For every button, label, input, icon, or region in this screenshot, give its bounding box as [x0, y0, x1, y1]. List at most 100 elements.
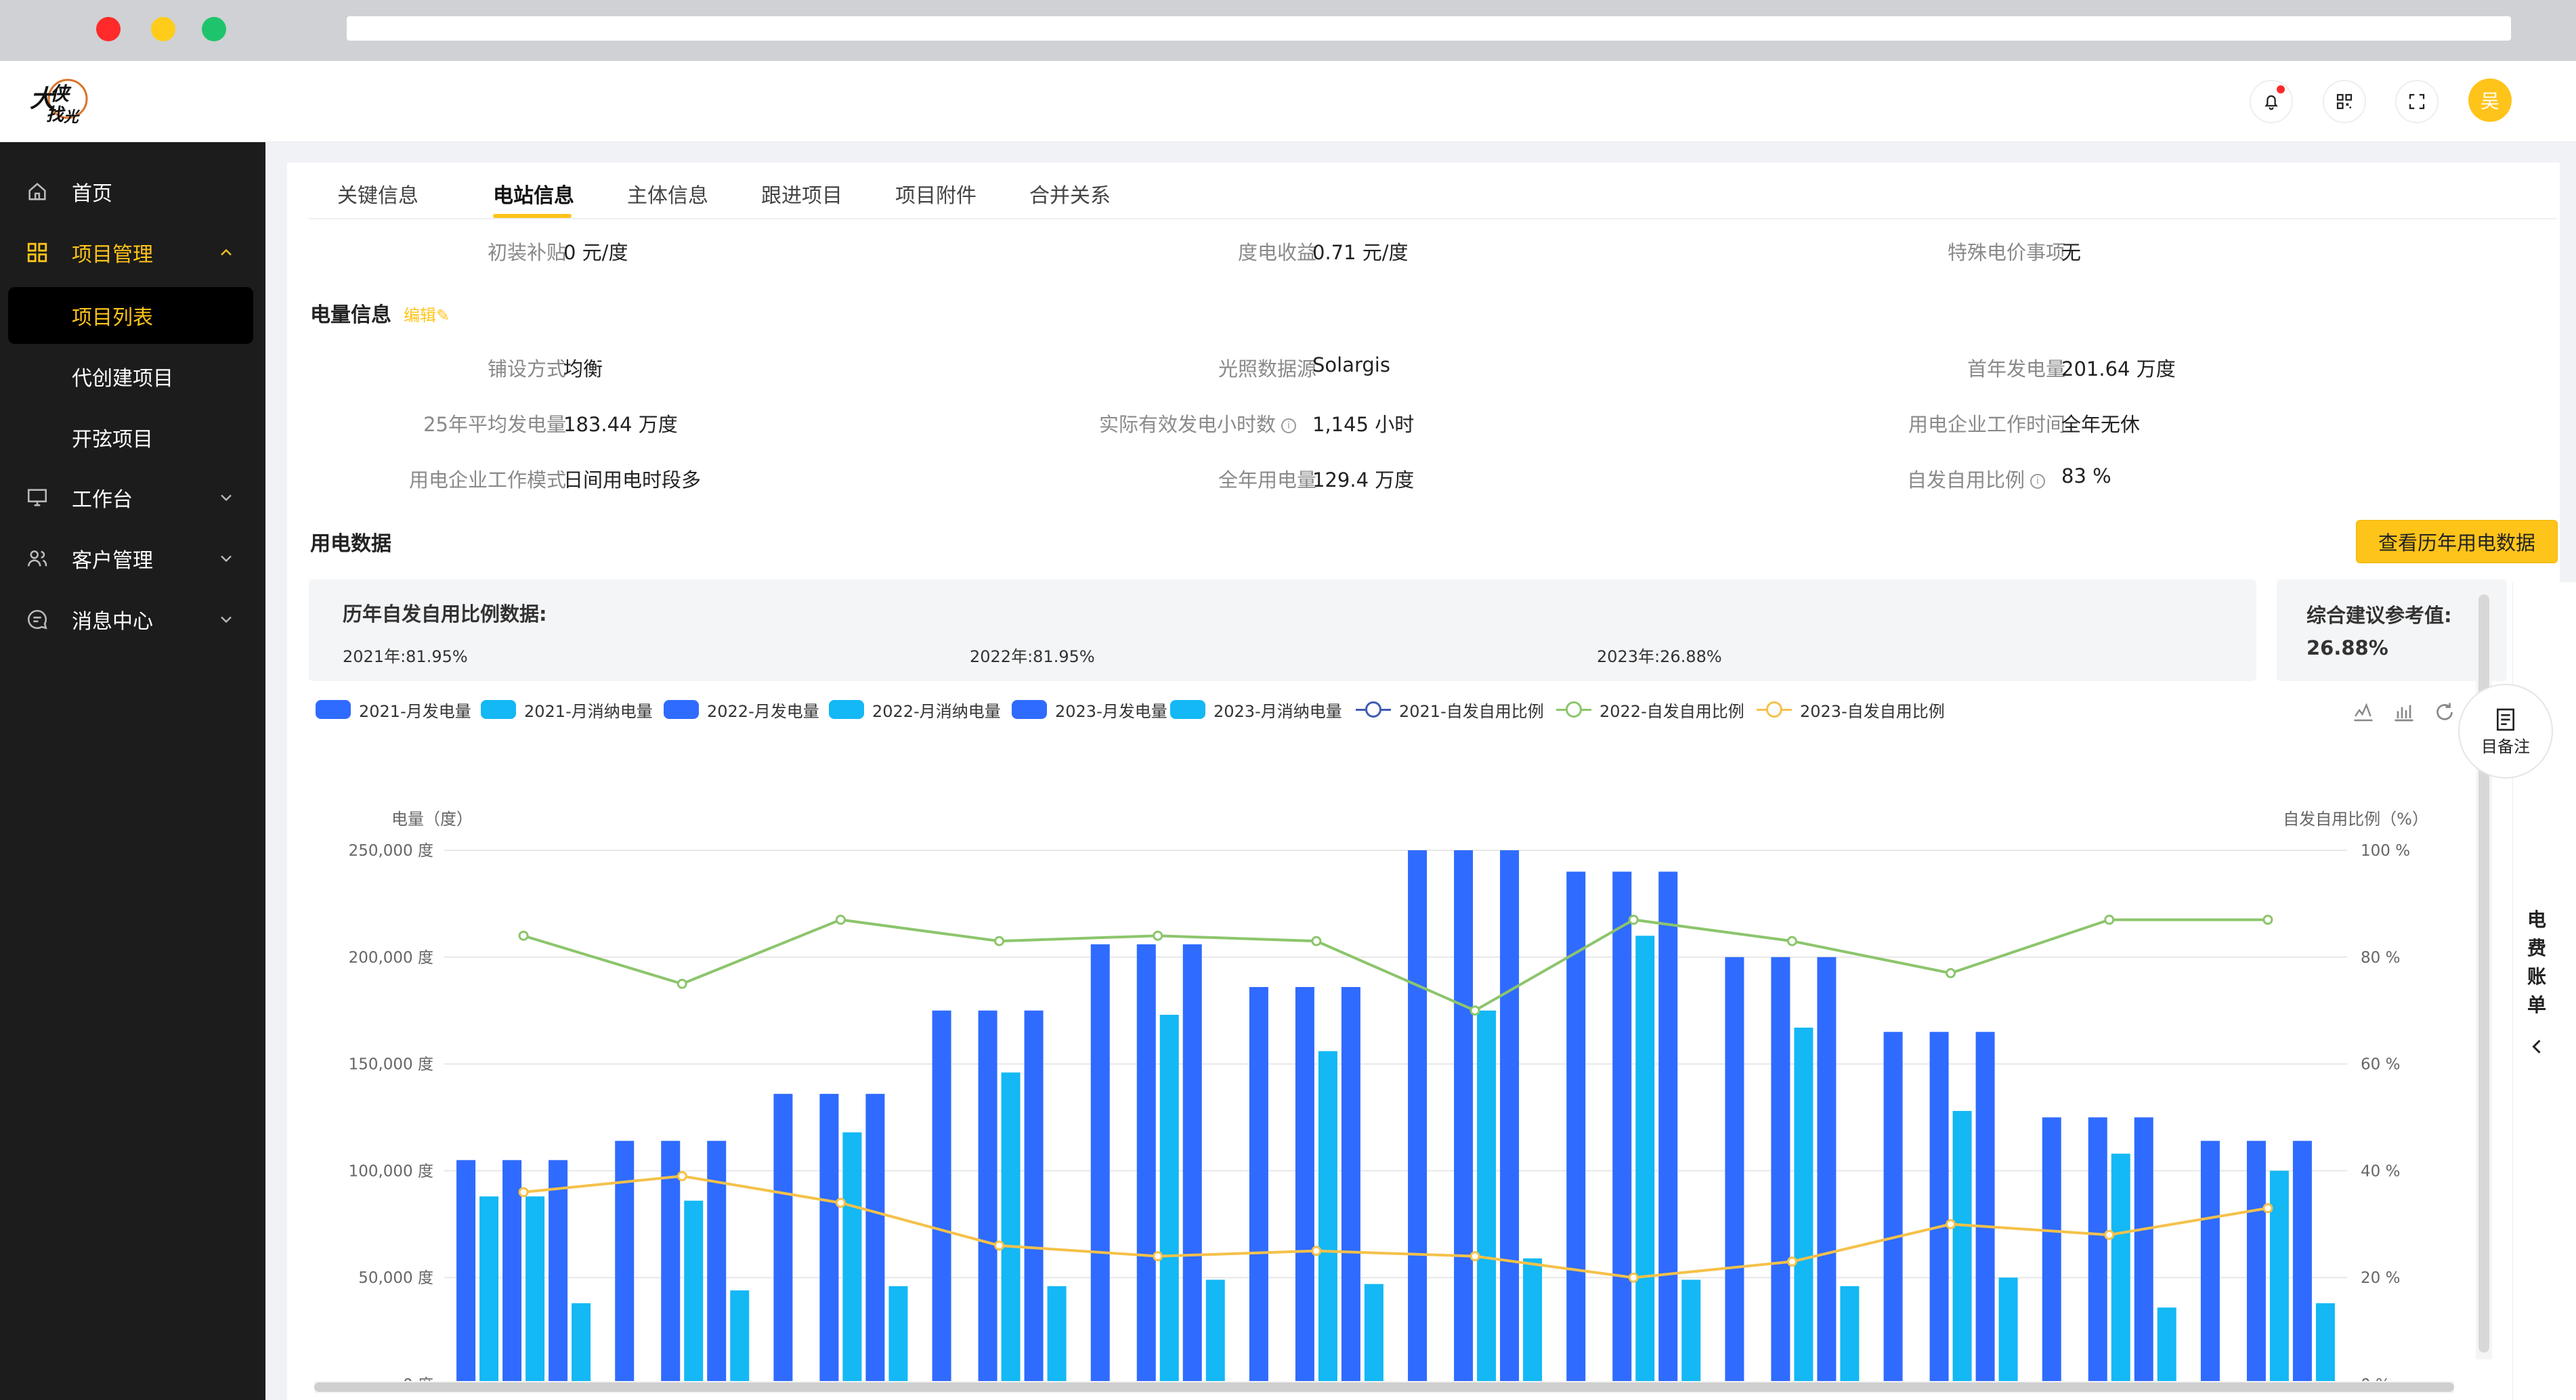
- scrollbar-thumb[interactable]: [314, 1382, 2454, 1392]
- field-label: 全年用电量: [1218, 468, 1316, 491]
- ratio-2023: 2023年:26.88%: [1597, 647, 1722, 666]
- chart-bar: [1318, 1051, 1337, 1384]
- tab-attachments[interactable]: 项目附件: [895, 179, 976, 209]
- chart-bar: [1090, 944, 1110, 1384]
- chart-point: [1469, 1251, 1480, 1262]
- address-bar[interactable]: [347, 16, 2511, 41]
- sidebar-subitem-project-list[interactable]: 项目列表: [8, 287, 253, 344]
- sidebar-item-label: 工作台: [72, 488, 133, 512]
- sidebar-item-customer-management[interactable]: 客户管理: [0, 528, 265, 589]
- field-label-with-info: 实际有效发电小时数 i: [985, 409, 1296, 437]
- project-note-button[interactable]: 目备注: [2458, 684, 2553, 779]
- sidebar: 首页 项目管理 项目列表 代创建项目 开弦项目 工作台 客户管理 消息中心: [0, 142, 265, 1400]
- sidebar-item-label: 首页: [72, 182, 112, 206]
- electricity-bill-tab[interactable]: 电费账单: [2525, 906, 2549, 1020]
- home-icon: [28, 182, 46, 200]
- ratio-title: 历年自发自用比例数据:: [343, 603, 547, 626]
- monitor-icon: [27, 489, 47, 506]
- chart-point: [1153, 1251, 1163, 1262]
- tab-station-info[interactable]: 电站信息: [493, 179, 574, 209]
- chevron-down-icon: [221, 616, 232, 624]
- svg-text:找: 找: [46, 105, 66, 125]
- y-tick-left: 50,000 度: [358, 1269, 433, 1287]
- chart-bar: [2292, 1141, 2312, 1384]
- sidebar-item-message-center[interactable]: 消息中心: [0, 589, 265, 650]
- horizontal-scrollbar[interactable]: [314, 1381, 2454, 1393]
- info-icon[interactable]: i: [2030, 474, 2045, 489]
- sidebar-subitem-proxy-create[interactable]: 代创建项目: [8, 348, 253, 405]
- chart-point: [1946, 1219, 1956, 1229]
- field-value: 全年无休: [2061, 413, 2141, 436]
- chart-bar: [2269, 1171, 2289, 1384]
- chart-bar: [1047, 1286, 1067, 1384]
- legend-swatch: [481, 700, 516, 719]
- chart-bar: [2111, 1154, 2130, 1384]
- sidebar-subitem-label: 项目列表: [72, 306, 153, 330]
- bell-icon: [2264, 95, 2278, 110]
- main-panel: 关键信息 电站信息 主体信息 跟进项目 项目附件 合并关系 初装补贴 0 元/度…: [287, 162, 2560, 1400]
- chart-bar: [456, 1160, 476, 1384]
- section-title-power: 电量信息: [310, 303, 391, 327]
- tab-follow-up[interactable]: 跟进项目: [761, 179, 842, 209]
- chart-point: [2104, 1229, 2115, 1240]
- qrcode-icon: [2336, 93, 2353, 110]
- y-tick-right: 20 %: [2361, 1269, 2400, 1287]
- users-icon: [27, 550, 47, 567]
- field-label-with-info: 自发自用比例 i: [1734, 464, 2045, 493]
- chart-bar: [730, 1290, 750, 1384]
- chart-point: [1311, 1246, 1322, 1256]
- top-header: 大 侠 找 光: [0, 61, 2576, 142]
- svg-text:光: 光: [63, 109, 81, 126]
- user-avatar[interactable]: 吴: [2468, 79, 2512, 122]
- chart-bar: [978, 1010, 997, 1384]
- sidebar-item-workbench[interactable]: 工作台: [0, 467, 265, 528]
- window-minimize-dot[interactable]: [151, 17, 175, 41]
- window-close-dot[interactable]: [96, 17, 121, 41]
- legend-swatch: [316, 700, 351, 719]
- chart-point: [518, 1187, 529, 1198]
- legend-swatch: [1170, 700, 1205, 719]
- chart-point: [1628, 915, 1639, 925]
- chart-line: [523, 918, 2268, 1012]
- chart-bar: [1295, 986, 1314, 1384]
- brand-logo[interactable]: 大 侠 找 光: [26, 72, 93, 133]
- field-label: 用电企业工作时间: [1908, 413, 2065, 436]
- window-maximize-dot[interactable]: [202, 17, 226, 41]
- field-label: 初装补贴: [487, 241, 566, 264]
- qrcode-button[interactable]: [2323, 80, 2366, 123]
- sidebar-item-project-management[interactable]: 项目管理: [0, 222, 265, 283]
- chart-bar: [819, 1093, 839, 1384]
- tab-key-info[interactable]: 关键信息: [337, 179, 418, 209]
- sidebar-subitem-open-project[interactable]: 开弦项目: [8, 409, 253, 466]
- chart-bar: [1454, 850, 1474, 1384]
- tab-merge-relations[interactable]: 合并关系: [1029, 179, 1111, 209]
- chart-bar: [2042, 1117, 2061, 1384]
- chart-bar: [1001, 1072, 1021, 1384]
- chart-bar: [932, 1010, 951, 1384]
- field-value: 0.71 元/度: [1312, 241, 1409, 264]
- info-icon[interactable]: i: [1281, 418, 1296, 433]
- chart-bar: [502, 1160, 522, 1384]
- chart-bar: [2134, 1117, 2153, 1384]
- field-value: 无: [2061, 241, 2082, 264]
- view-history-button[interactable]: 查看历年用电数据: [2356, 520, 2558, 563]
- sidebar-subitem-label: 代创建项目: [72, 367, 173, 391]
- sidebar-item-label: 客户管理: [72, 549, 153, 573]
- notification-button[interactable]: [2250, 80, 2293, 123]
- legend-swatch: [1757, 700, 1792, 719]
- chart-point: [1628, 1272, 1639, 1283]
- sidebar-item-label: 消息中心: [72, 610, 153, 634]
- chart-point: [1469, 1005, 1480, 1016]
- edit-link[interactable]: 编辑✎: [404, 302, 450, 326]
- chart-bar: [1024, 1010, 1044, 1384]
- chevron-left-icon[interactable]: [2525, 1034, 2549, 1059]
- chart-point: [1786, 1256, 1797, 1267]
- field-value: 183.44 万度: [563, 413, 678, 436]
- field-value: 129.4 万度: [1312, 468, 1415, 491]
- tab-entity-info[interactable]: 主体信息: [627, 179, 708, 209]
- fullscreen-button[interactable]: [2395, 80, 2439, 123]
- chart-bar: [549, 1160, 568, 1384]
- sidebar-item-home[interactable]: 首页: [0, 161, 265, 222]
- ratio-2022: 2022年:81.95%: [970, 647, 1095, 666]
- chart-bar: [1249, 986, 1268, 1384]
